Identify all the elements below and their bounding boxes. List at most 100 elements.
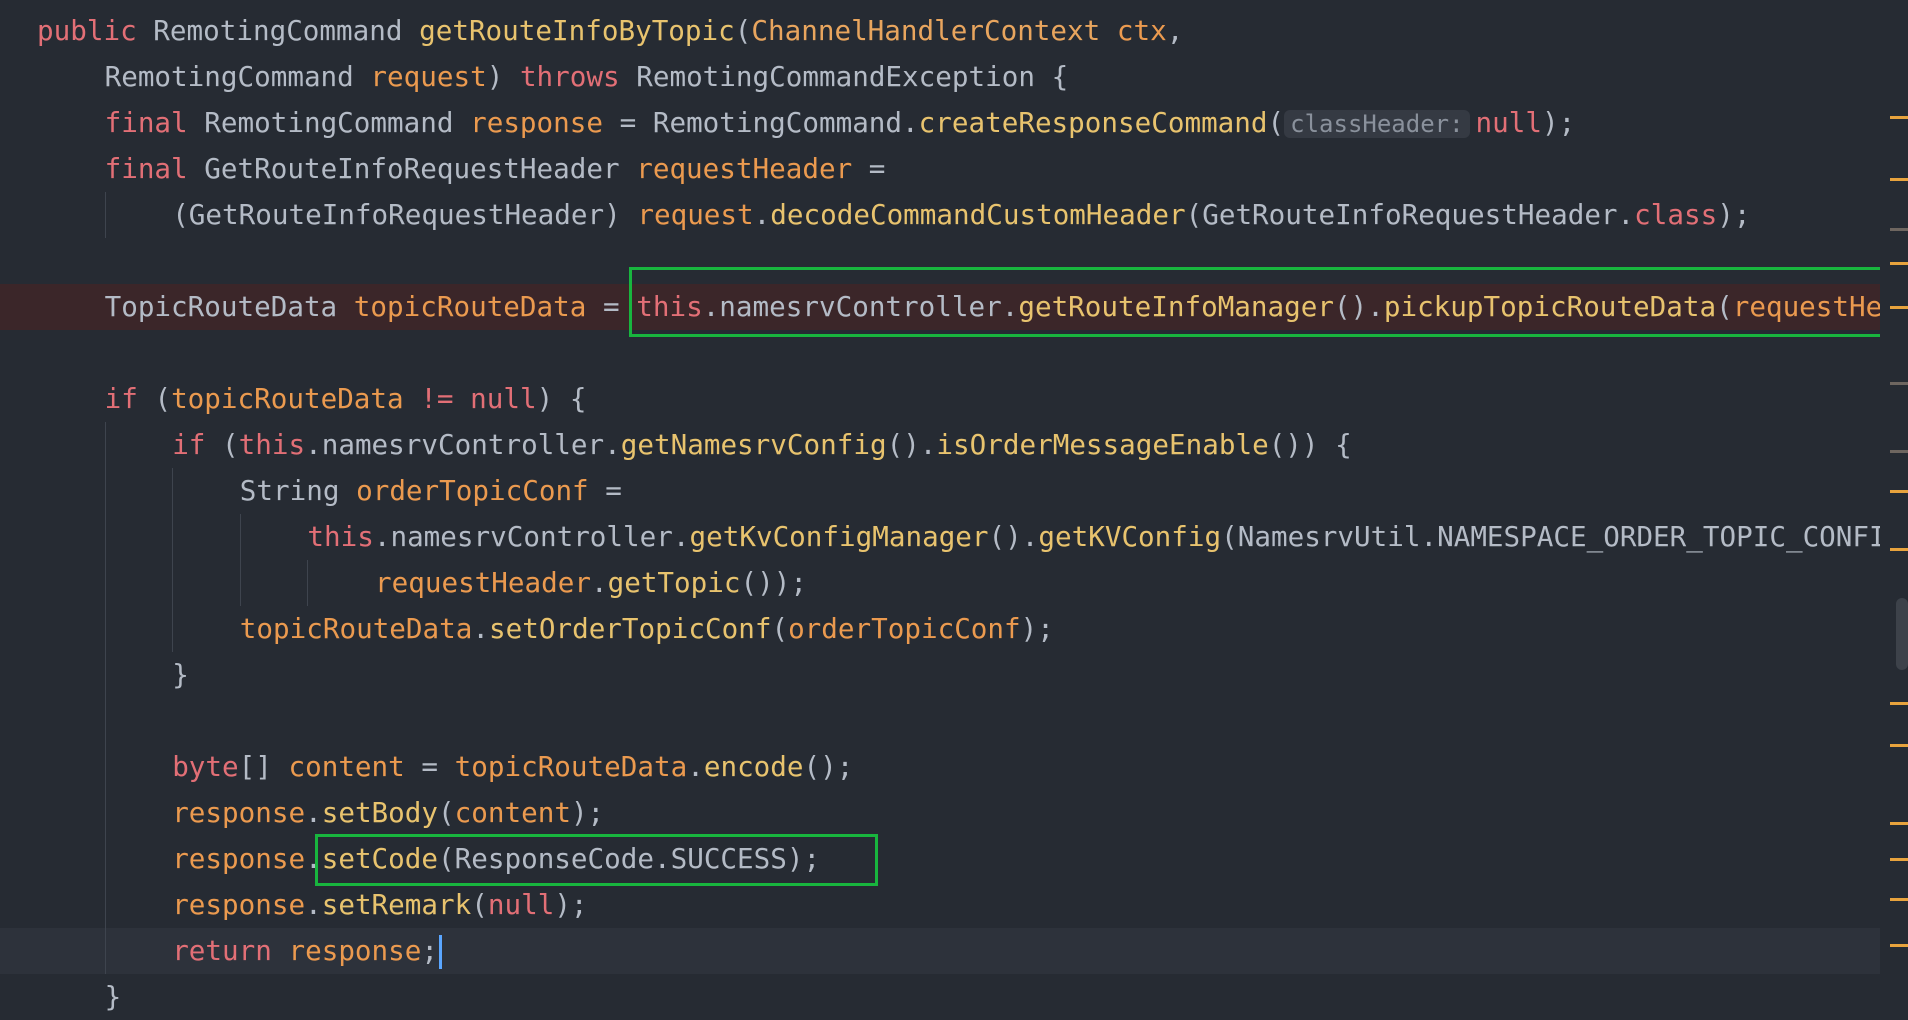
code-line[interactable]: response.setBody(content); (0, 790, 1880, 836)
code-line[interactable]: final GetRouteInfoRequestHeader requestH… (0, 146, 1880, 192)
code-line[interactable]: } (0, 974, 1880, 1020)
code-text: } (105, 974, 122, 1020)
code-token: RemotingCommand (153, 14, 420, 47)
code-token: response (470, 106, 603, 139)
code-line[interactable] (0, 698, 1880, 744)
code-token: isOrderMessageEnable (936, 428, 1269, 461)
scroll-marker (1890, 382, 1908, 385)
highlight-box-pickupTopicRouteData (629, 267, 1889, 337)
code-line[interactable]: (GetRouteInfoRequestHeader) request.deco… (0, 192, 1880, 238)
code-token: topicRouteData (454, 750, 688, 783)
scroll-marker (1890, 744, 1908, 747)
code-token: .namesrvController. (373, 520, 690, 553)
indent-guide (307, 560, 309, 606)
indent-guide (172, 514, 174, 560)
indent-guide (172, 468, 174, 514)
code-token: getKVConfig (1038, 520, 1222, 553)
code-token: RemotingCommand (104, 60, 371, 93)
indent-guide (104, 606, 106, 652)
code-token: != (420, 382, 454, 415)
code-token: ()) { (1268, 428, 1352, 461)
code-line[interactable]: this.namesrvController.getKvConfigManage… (0, 514, 1908, 560)
code-token: [] (238, 750, 289, 783)
code-token: RemotingCommand (204, 106, 471, 139)
code-line[interactable]: return response; (0, 928, 1880, 974)
code-token: ); (1542, 106, 1576, 139)
code-line[interactable]: topicRouteData.setOrderTopicConf(orderTo… (0, 606, 1880, 652)
code-token: createResponseCommand (918, 106, 1268, 139)
scroll-marker (1890, 822, 1908, 825)
code-token: = (588, 474, 622, 507)
code-line[interactable]: response.setCode(ResponseCode.SUCCESS); (0, 836, 1880, 882)
code-token: byte (172, 750, 239, 783)
code-line[interactable]: if (topicRouteData != null) { (0, 376, 1880, 422)
code-token: ( (771, 612, 789, 645)
code-token: content (454, 796, 571, 829)
code-token: final (104, 106, 205, 139)
code-line[interactable]: String orderTopicConf = (0, 468, 1880, 514)
code-text: final RemotingCommand response = Remotin… (105, 100, 1576, 147)
scroll-marker (1890, 898, 1908, 901)
code-line[interactable]: response.setRemark(null); (0, 882, 1880, 928)
scrollbar-thumb[interactable] (1896, 598, 1908, 670)
code-token: request (637, 198, 754, 231)
code-token: orderTopicConf (788, 612, 1021, 645)
code-token: RemotingCommand. (652, 106, 919, 139)
indent-guide (104, 698, 106, 744)
code-token: response (172, 888, 306, 921)
code-text: } (172, 652, 189, 698)
code-text: if (topicRouteData != null) { (105, 376, 587, 422)
code-token: . (472, 612, 490, 645)
code-token: GetRouteInfoRequestHeader (204, 152, 637, 185)
code-token: String (239, 474, 357, 507)
code-token: return (172, 934, 289, 967)
code-token: ChannelHandlerContext (751, 14, 1101, 47)
code-line[interactable]: byte[] content = topicRouteData.encode()… (0, 744, 1880, 790)
code-editor[interactable]: public RemotingCommand getRouteInfoByTop… (0, 0, 1908, 1013)
code-text: if (this.namesrvController.getNamesrvCon… (172, 422, 1352, 468)
scroll-marker (1890, 450, 1908, 453)
code-line[interactable]: requestHeader.getTopic()); (0, 560, 1880, 606)
code-token: ctx (1116, 14, 1167, 47)
scroll-marker (1890, 548, 1908, 551)
code-token: if (104, 382, 155, 415)
code-token: } (104, 980, 122, 1013)
text-caret (439, 935, 443, 969)
code-line[interactable]: if (this.namesrvController.getNamesrvCon… (0, 422, 1880, 468)
code-token: .namesrvController. (305, 428, 621, 461)
scroll-marker (1890, 490, 1908, 493)
code-token: if (172, 428, 223, 461)
indent-guide (104, 514, 106, 560)
code-token: throws (519, 60, 637, 93)
code-token: . (687, 750, 704, 783)
code-token: ; (421, 934, 439, 967)
code-token: setBody (321, 796, 439, 829)
scroll-marker (1890, 702, 1908, 705)
code-line[interactable]: } (0, 652, 1880, 698)
code-token: ()); (740, 566, 807, 599)
code-token: ( (734, 14, 752, 47)
code-token: response (172, 796, 306, 829)
code-line[interactable]: public RemotingCommand getRouteInfoByTop… (0, 8, 1880, 54)
code-line[interactable]: RemotingCommand request) throws Remoting… (0, 54, 1880, 100)
code-text: response.setBody(content); (172, 790, 604, 836)
code-token: ) { (536, 382, 587, 415)
editor-scrollbar[interactable] (1880, 0, 1908, 986)
indent-guide (104, 468, 106, 514)
code-text: final GetRouteInfoRequestHeader requestH… (105, 146, 886, 192)
code-token: ( (438, 796, 455, 829)
code-token: ( (154, 382, 172, 415)
code-text: topicRouteData.setOrderTopicConf(orderTo… (240, 606, 1054, 652)
indent-guide (104, 652, 106, 698)
code-token: decodeCommandCustomHeader (770, 198, 1186, 231)
code-token: topicRouteData (171, 382, 404, 415)
indent-guide (172, 606, 174, 652)
code-text: response.setRemark(null); (172, 882, 587, 928)
code-line[interactable]: final RemotingCommand response = Remotin… (0, 100, 1880, 146)
code-token: null (1475, 106, 1542, 139)
indent-guide (104, 882, 106, 928)
code-token: . (305, 888, 322, 921)
code-token: = (603, 106, 653, 139)
code-token: RemotingCommandException (636, 60, 1052, 93)
